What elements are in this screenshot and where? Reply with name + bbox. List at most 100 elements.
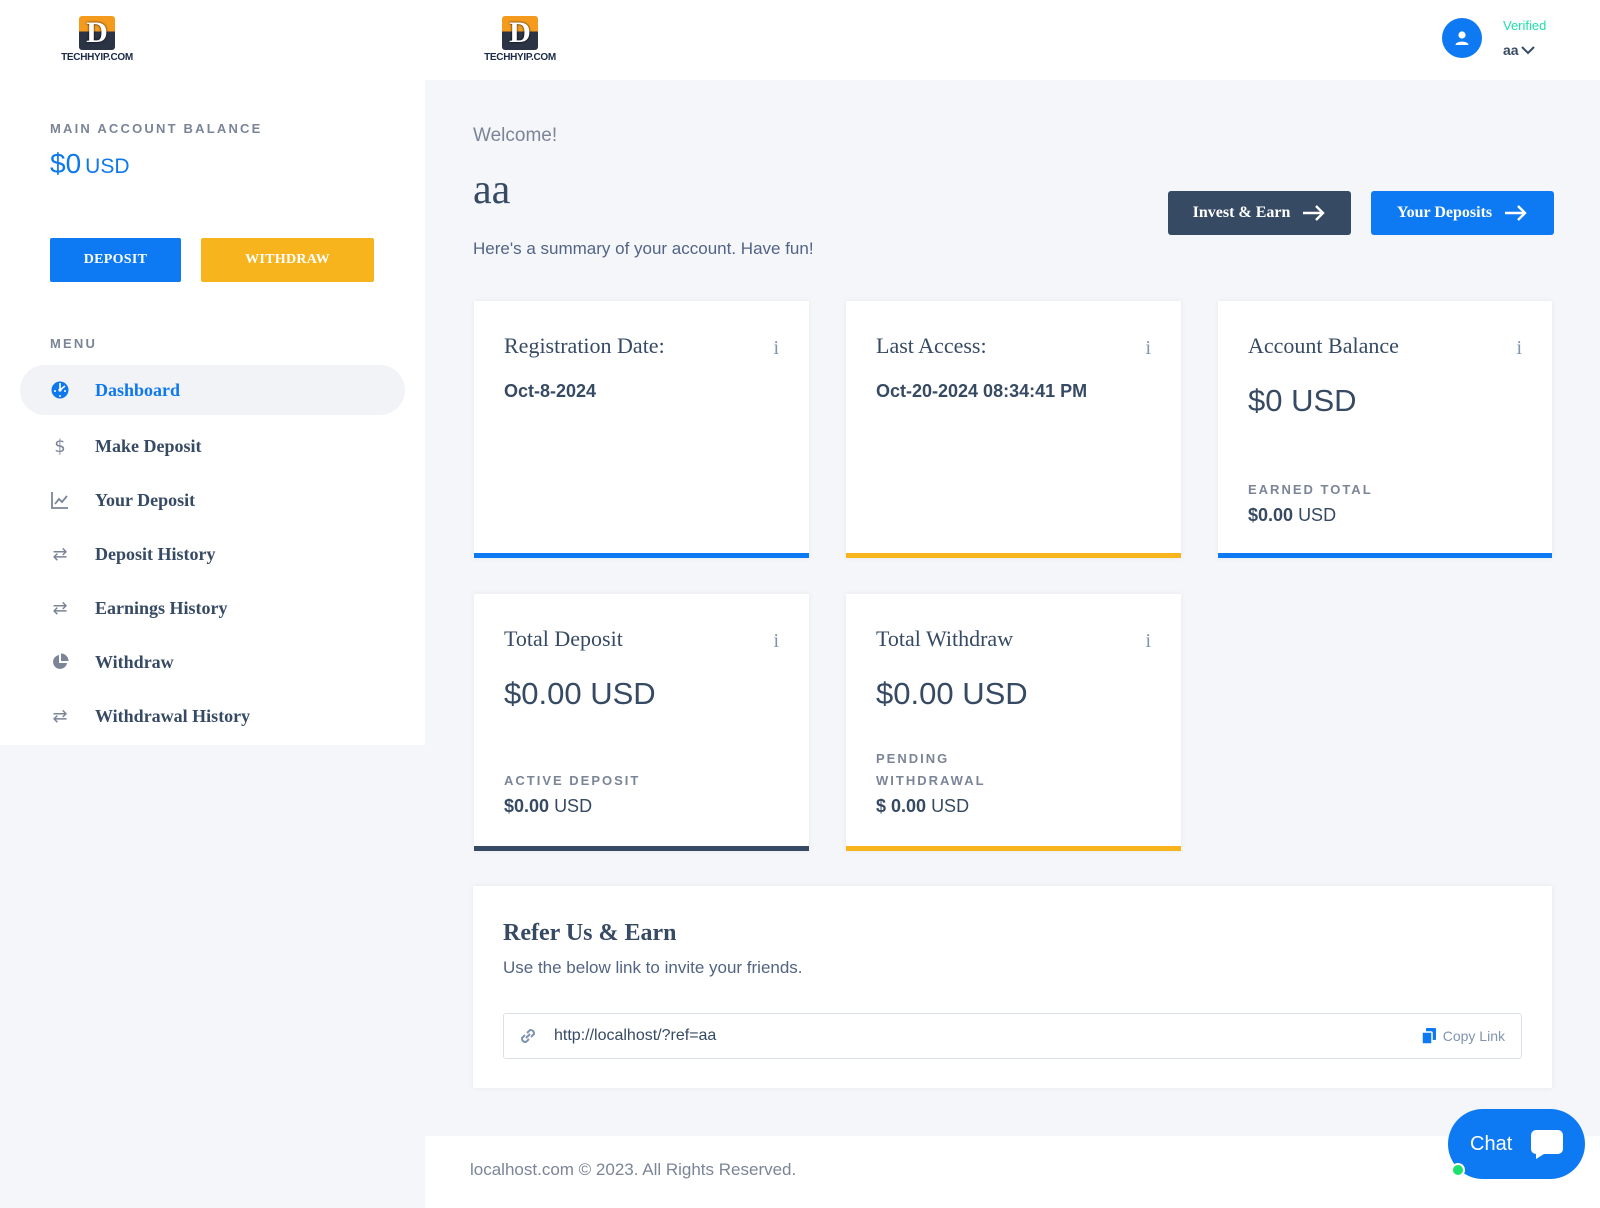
- earned-total-unit: USD: [1298, 505, 1337, 525]
- footer-copyright: localhost.com © 2023. All Rights Reserve…: [470, 1160, 797, 1179]
- sidebar-item-label: Dashboard: [95, 379, 181, 400]
- sidebar-item-make-deposit[interactable]: $ Make Deposit: [20, 419, 405, 473]
- exchange-icon: ⇄: [52, 543, 68, 565]
- earned-total-label: EARNED TOTAL: [1248, 482, 1373, 497]
- pending-withdrawal-amount: $ 0.00: [876, 796, 927, 816]
- pending-withdrawal-unit: USD: [931, 796, 970, 816]
- refer-card: Refer Us & Earn Use the below link to in…: [473, 886, 1552, 1088]
- menu-heading: MENU: [50, 336, 98, 351]
- user-status: Verified: [1503, 18, 1547, 33]
- sidebar: D TECHHYIP.COM MAIN ACCOUNT BALANCE $0 US…: [0, 0, 425, 745]
- logo-text: TECHHYIP.COM: [61, 52, 133, 63]
- logo-mark: D: [502, 16, 538, 50]
- refer-description: Use the below link to invite your friend…: [503, 958, 803, 977]
- sidebar-item-label: Withdrawal History: [95, 705, 251, 726]
- info-icon[interactable]: i: [1145, 630, 1151, 653]
- logo-text: TECHHYIP.COM: [484, 52, 556, 63]
- account-balance-value: $0 USD: [1248, 383, 1357, 418]
- dollar-icon: $: [54, 435, 66, 457]
- card-title: Total Deposit: [504, 626, 623, 651]
- dashboard-icon: [50, 380, 70, 400]
- sidebar-item-withdraw[interactable]: Withdraw: [20, 635, 405, 689]
- summary-text: Here's a summary of your account. Have f…: [473, 239, 814, 258]
- pending-withdrawal-value: $ 0.00 USD: [876, 796, 969, 817]
- header-logo[interactable]: D TECHHYIP.COM: [484, 16, 556, 63]
- card-accent-bar: [474, 553, 809, 558]
- card-accent-bar: [474, 846, 809, 851]
- sidebar-item-label: Earnings History: [95, 597, 228, 618]
- copy-link-button[interactable]: Copy Link: [1420, 1027, 1505, 1045]
- withdraw-button[interactable]: WITHDRAW: [201, 238, 374, 282]
- user-name: aa: [1503, 42, 1519, 58]
- copy-link-label: Copy Link: [1442, 1028, 1505, 1044]
- card-title: Registration Date:: [504, 333, 665, 358]
- last-access-card: Last Access: i Oct-20-2024 08:34:41 PM: [846, 301, 1181, 558]
- chat-button[interactable]: Chat: [1448, 1109, 1585, 1179]
- active-deposit-value: $0.00 USD: [504, 796, 592, 817]
- copy-icon: [1420, 1028, 1436, 1045]
- your-deposits-button[interactable]: Your Deposits: [1371, 191, 1554, 235]
- link-icon: [516, 1024, 540, 1048]
- chevron-down-icon: [1520, 46, 1535, 55]
- deposit-button[interactable]: DEPOSIT: [50, 238, 181, 282]
- chat-bubble-icon: [1531, 1130, 1564, 1159]
- sidebar-item-deposit-history[interactable]: ⇄ Deposit History: [20, 527, 405, 581]
- sidebar-item-label: Withdraw: [95, 651, 174, 672]
- card-accent-bar: [846, 553, 1181, 558]
- top-header: D TECHHYIP.COM Verified aa: [425, 0, 1600, 80]
- info-icon[interactable]: i: [1145, 337, 1151, 360]
- user-icon: [1455, 31, 1469, 45]
- pending-label-line-2: WITHDRAWAL: [876, 773, 986, 788]
- sidebar-item-label: Make Deposit: [95, 435, 202, 456]
- card-accent-bar: [1218, 553, 1552, 558]
- card-title: Account Balance: [1248, 333, 1399, 358]
- your-deposits-label: Your Deposits: [1396, 204, 1493, 221]
- exchange-icon: ⇄: [52, 705, 68, 727]
- chat-label: Chat: [1470, 1132, 1513, 1155]
- card-title: Last Access:: [876, 333, 987, 358]
- referral-link-text[interactable]: http://localhost/?ref=aa: [554, 1027, 716, 1045]
- last-access-value: Oct-20-2024 08:34:41 PM: [876, 381, 1088, 401]
- active-deposit-label: ACTIVE DEPOSIT: [504, 773, 641, 788]
- pending-label-line-1: PENDING: [876, 751, 950, 766]
- sidebar-item-label: Deposit History: [95, 543, 216, 564]
- main-balance-value: $0: [50, 148, 82, 179]
- info-icon[interactable]: i: [1516, 337, 1522, 360]
- sidebar-item-label: Your Deposit: [95, 489, 196, 510]
- sidebar-item-dashboard[interactable]: Dashboard: [20, 365, 405, 415]
- card-title: Total Withdraw: [876, 626, 1014, 651]
- logo-mark: D: [79, 16, 115, 50]
- active-deposit-unit: USD: [554, 796, 593, 816]
- registration-date-card: Registration Date: i Oct-8-2024: [474, 301, 809, 558]
- line-chart-icon: [50, 490, 70, 510]
- total-withdraw-value: $0.00 USD: [876, 676, 1028, 711]
- user-menu-toggle[interactable]: aa: [1503, 42, 1535, 58]
- total-deposit-card: Total Deposit i $0.00 USD ACTIVE DEPOSIT…: [474, 594, 809, 851]
- arrow-right-icon: [1303, 205, 1326, 221]
- brand-logo[interactable]: D TECHHYIP.COM: [61, 16, 133, 63]
- sidebar-menu: Dashboard $ Make Deposit Your Deposit ⇄ …: [20, 365, 405, 743]
- pie-chart-icon: [50, 652, 70, 672]
- active-deposit-amount: $0.00: [504, 796, 550, 816]
- page-title: aa: [473, 167, 511, 213]
- sidebar-item-your-deposit[interactable]: Your Deposit: [20, 473, 405, 527]
- total-deposit-value: $0.00 USD: [504, 676, 656, 711]
- arrow-right-icon: [1505, 205, 1527, 221]
- exchange-icon: ⇄: [52, 597, 68, 619]
- welcome-text: Welcome!: [473, 125, 558, 146]
- pending-withdrawal-label: PENDING WITHDRAWAL: [876, 748, 986, 792]
- main-balance-label: MAIN ACCOUNT BALANCE: [50, 121, 263, 136]
- sidebar-item-earnings-history[interactable]: ⇄ Earnings History: [20, 581, 405, 635]
- invest-earn-button[interactable]: Invest & Earn: [1168, 191, 1351, 235]
- sidebar-item-withdrawal-history[interactable]: ⇄ Withdrawal History: [20, 689, 405, 743]
- info-icon[interactable]: i: [773, 337, 779, 360]
- total-withdraw-card: Total Withdraw i $0.00 USD PENDING WITHD…: [846, 594, 1181, 851]
- user-avatar[interactable]: [1442, 18, 1482, 58]
- main-balance-unit: USD: [85, 155, 130, 178]
- refer-title: Refer Us & Earn: [503, 920, 677, 946]
- footer: localhost.com © 2023. All Rights Reserve…: [425, 1136, 1600, 1208]
- info-icon[interactable]: i: [773, 630, 779, 653]
- referral-link-field[interactable]: http://localhost/?ref=aa Copy Link: [503, 1013, 1522, 1059]
- earned-total-amount: $0.00: [1248, 505, 1294, 525]
- card-accent-bar: [846, 846, 1181, 851]
